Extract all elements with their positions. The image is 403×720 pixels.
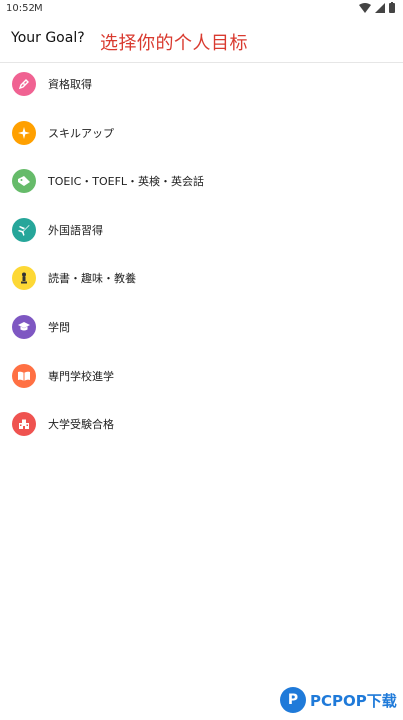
status-icons	[359, 2, 395, 13]
status-bar: 10:52 M	[0, 0, 403, 18]
graduation-cap-icon	[12, 314, 36, 339]
airplane-icon	[12, 217, 36, 242]
watermark-text: PCPOP下载	[310, 691, 397, 710]
goal-label: 資格取得	[48, 78, 92, 91]
goal-item-qualification[interactable]: 資格取得	[0, 60, 403, 109]
signal-icon	[375, 2, 385, 13]
mail-icon: M	[34, 3, 43, 14]
app-bar: Your Goal? 选择你的个人目标	[0, 18, 403, 63]
sparkle-icon	[12, 120, 36, 145]
goal-item-english-tests[interactable]: TOEIC・TOEFL・英検・英会話	[0, 157, 403, 206]
open-book-icon	[12, 363, 36, 388]
school-building-icon	[12, 412, 36, 437]
goal-item-university-exam[interactable]: 大学受験合格	[0, 400, 403, 449]
goal-item-vocational-school[interactable]: 専門学校進学	[0, 352, 403, 401]
goal-label: 外国語習得	[48, 223, 103, 237]
chess-piece-icon	[12, 266, 36, 291]
goal-label: 大学受験合格	[48, 418, 114, 432]
goal-label: スキルアップ	[48, 126, 114, 140]
wifi-icon	[359, 2, 371, 13]
status-time: 10:52	[6, 3, 35, 14]
battery-icon	[389, 2, 395, 13]
watermark-logo-icon: P	[280, 687, 306, 713]
goal-label: 学問	[48, 320, 70, 334]
goal-item-academics[interactable]: 学問	[0, 303, 403, 352]
goal-item-skill-up[interactable]: スキルアップ	[0, 109, 403, 158]
pen-icon	[12, 72, 36, 96]
goal-label: 読書・趣味・教養	[48, 272, 136, 286]
overlay-caption: 选择你的个人目标	[100, 33, 248, 54]
goal-label: 専門学校進学	[48, 369, 114, 383]
goal-label: TOEIC・TOEFL・英検・英会話	[48, 175, 205, 189]
watermark: P PCPOP下载	[280, 684, 400, 716]
page-title: Your Goal?	[11, 30, 85, 46]
tag-icon	[12, 169, 36, 194]
goal-list: 資格取得 スキルアップ TOEIC・TOEFL・英検・英会話 外国語習得 読書・…	[0, 60, 403, 449]
goal-item-reading-hobby[interactable]: 読書・趣味・教養	[0, 254, 403, 303]
goal-item-foreign-language[interactable]: 外国語習得	[0, 206, 403, 255]
